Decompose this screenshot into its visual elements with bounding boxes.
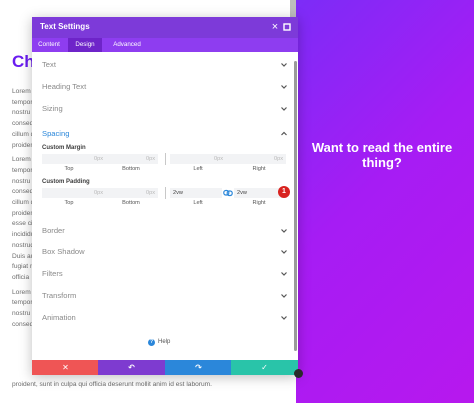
section-box-shadow[interactable]: Box Shadow	[42, 245, 288, 259]
section-label: Border	[42, 226, 65, 235]
link-icon[interactable]	[223, 189, 233, 197]
chevron-down-icon	[281, 272, 287, 276]
expand-icon[interactable]	[283, 23, 291, 31]
padding-left-input[interactable]: 2vw	[170, 188, 222, 198]
section-spacing[interactable]: Spacing	[42, 127, 288, 141]
caption-right: Right	[252, 200, 266, 206]
step-marker-badge: 1	[278, 186, 290, 198]
section-label: Animation	[42, 313, 76, 322]
section-heading-text[interactable]: Heading Text	[42, 80, 288, 94]
section-transform[interactable]: Transform	[42, 289, 288, 303]
section-label: Spacing	[42, 129, 70, 138]
caption-bottom: Bottom	[122, 166, 140, 172]
section-border[interactable]: Border	[42, 224, 288, 238]
chevron-down-icon	[281, 229, 287, 233]
discard-button[interactable]: ✕	[32, 360, 99, 375]
custom-padding-label: Custom Padding	[42, 179, 90, 185]
modal-body: Text Heading Text Sizing Spacing Custom …	[32, 52, 298, 360]
text-settings-modal: Text Settings × Content Design Advanced …	[32, 17, 298, 375]
modal-scrollbar[interactable]	[294, 61, 297, 351]
modal-tabs: Content Design Advanced	[32, 38, 298, 52]
section-filters[interactable]: Filters	[42, 267, 288, 281]
custom-margin-label: Custom Margin	[42, 145, 86, 151]
cta-heading: Want to read the entire thing?	[311, 140, 453, 170]
margin-right-input[interactable]: 0px	[226, 154, 286, 164]
section-label: Filters	[42, 269, 63, 278]
redo-button[interactable]: ↷	[165, 360, 232, 375]
margin-top-input[interactable]: 0px	[42, 154, 106, 164]
section-animation[interactable]: Animation	[42, 311, 288, 325]
chevron-down-icon	[281, 85, 287, 89]
padding-bottom-input[interactable]: 0px	[106, 188, 158, 198]
resize-handle-icon[interactable]	[294, 369, 303, 378]
cta-panel	[296, 0, 474, 403]
section-label: Text	[42, 60, 56, 69]
modal-title: Text Settings	[40, 22, 90, 31]
section-text[interactable]: Text	[42, 58, 288, 72]
close-icon[interactable]: ×	[268, 19, 282, 35]
chevron-up-icon	[281, 131, 287, 136]
section-label: Box Shadow	[42, 247, 85, 256]
tab-advanced[interactable]: Advanced	[106, 38, 148, 52]
section-label: Sizing	[42, 104, 63, 113]
chevron-down-icon	[281, 107, 287, 111]
chevron-down-icon	[281, 316, 287, 320]
section-label: Transform	[42, 291, 77, 300]
modal-header[interactable]: Text Settings ×	[32, 17, 298, 38]
help-label: Help	[158, 339, 171, 345]
tab-content[interactable]: Content	[32, 38, 66, 52]
undo-button[interactable]: ↶	[98, 360, 165, 375]
padding-top-input[interactable]: 0px	[42, 188, 106, 198]
margin-bottom-input[interactable]: 0px	[106, 154, 158, 164]
caption-left: Left	[193, 200, 203, 206]
section-sizing[interactable]: Sizing	[42, 102, 288, 116]
caption-bottom: Bottom	[122, 200, 140, 206]
divider	[165, 153, 166, 165]
modal-footer: ✕ ↶ ↷ ✓	[32, 360, 298, 375]
save-button[interactable]: ✓	[231, 360, 298, 375]
tab-design[interactable]: Design	[68, 38, 102, 52]
divider	[165, 187, 166, 199]
caption-left: Left	[193, 166, 203, 172]
section-label: Heading Text	[42, 82, 87, 91]
caption-top: Top	[64, 166, 74, 172]
chevron-down-icon	[281, 63, 287, 67]
chevron-down-icon	[281, 250, 287, 254]
caption-right: Right	[252, 166, 266, 172]
body-text-bottom: proident, sunt in culpa qui officia dese…	[12, 381, 212, 388]
chevron-down-icon	[281, 294, 287, 298]
margin-left-input[interactable]: 0px	[170, 154, 226, 164]
caption-top: Top	[64, 200, 74, 206]
help-icon: ?	[148, 339, 155, 346]
